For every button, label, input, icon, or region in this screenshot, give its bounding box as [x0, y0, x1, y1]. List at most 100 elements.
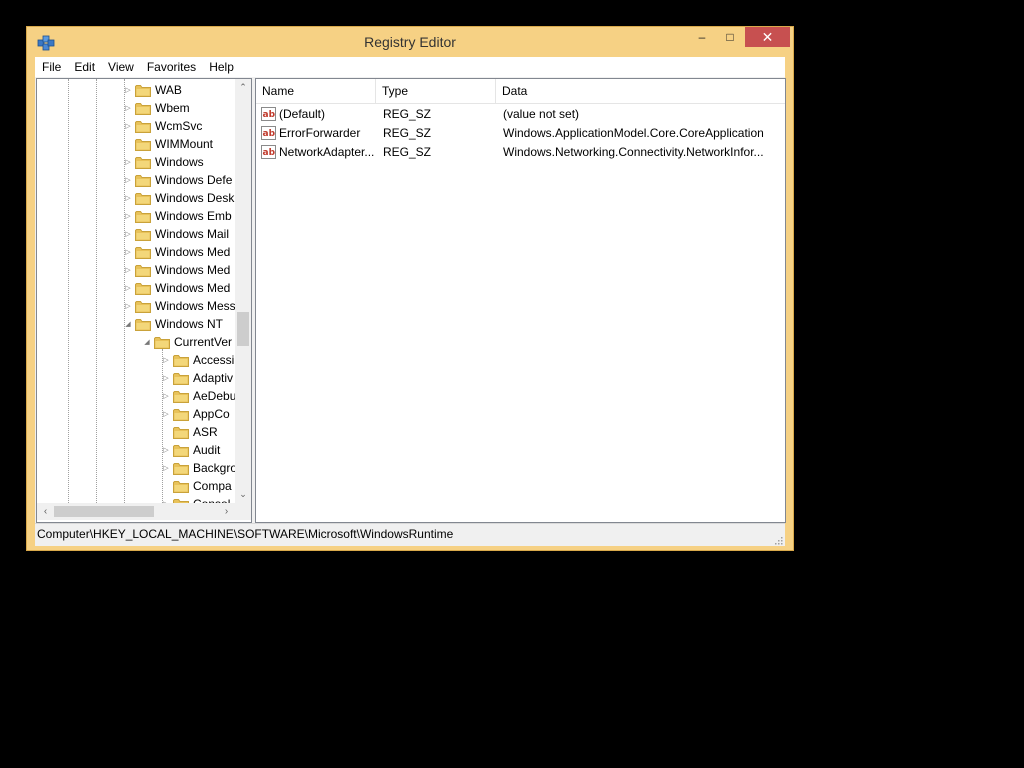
tree-item-label: Windows Desk — [155, 191, 235, 205]
tree-item[interactable]: ◢ Windows NT — [123, 315, 223, 333]
tree-horizontal-scrollbar[interactable]: ‹ › — [37, 503, 235, 520]
expand-arrow-icon[interactable]: ▷ — [123, 104, 133, 112]
value-data: Windows.ApplicationModel.Core.CoreApplic… — [503, 126, 764, 140]
value-type: REG_SZ — [383, 126, 432, 140]
expand-arrow-icon[interactable]: ▷ — [123, 248, 133, 256]
folder-icon — [173, 408, 189, 421]
tree-item[interactable]: ASR — [161, 423, 218, 441]
expand-arrow-icon[interactable]: ▷ — [123, 302, 133, 310]
maximize-button[interactable]: □ — [716, 27, 744, 47]
value-row[interactable]: ab NetworkAdapter... REG_SZ Windows.Netw… — [256, 143, 785, 162]
menu-edit[interactable]: Edit — [68, 57, 101, 77]
tree-item[interactable]: ▷ AppCo — [161, 405, 230, 423]
tree-item[interactable]: ▷ Audit — [161, 441, 220, 459]
folder-icon — [135, 210, 151, 223]
column-header-data[interactable]: Data — [496, 79, 785, 103]
expand-arrow-icon[interactable]: ▷ — [123, 86, 133, 94]
expand-arrow-icon[interactable]: ▷ — [123, 230, 133, 238]
vertical-scroll-thumb[interactable] — [237, 312, 249, 346]
folder-icon — [173, 480, 189, 493]
tree-item-label: AeDebu — [193, 389, 235, 403]
folder-icon — [173, 354, 189, 367]
tree-vertical-scrollbar[interactable]: ⌃ ⌄ — [235, 79, 251, 503]
tree-item-label: WIMMount — [155, 137, 214, 151]
tree-item[interactable]: ▷ Windows Med — [123, 261, 230, 279]
collapse-arrow-icon[interactable]: ◢ — [142, 338, 152, 346]
minimize-button[interactable]: – — [688, 27, 716, 47]
expand-arrow-icon[interactable]: ▷ — [123, 212, 133, 220]
value-name: ErrorForwarder — [279, 126, 361, 140]
expand-arrow-icon[interactable]: ▷ — [123, 176, 133, 184]
values-list-pane[interactable]: Name Type Data ab (Default) REG_SZ (valu… — [255, 78, 786, 523]
tree-item-label: Windows Med — [155, 263, 231, 277]
tree-item-label: AppCo — [193, 407, 230, 421]
value-type: REG_SZ — [383, 107, 432, 121]
horizontal-scroll-thumb[interactable] — [54, 506, 154, 517]
tree-item[interactable]: ▷Consol — [161, 495, 230, 503]
reg-sz-icon: ab — [261, 126, 276, 140]
expand-arrow-icon[interactable]: ▷ — [123, 266, 133, 274]
folder-icon — [135, 228, 151, 241]
expand-arrow-icon[interactable]: ▷ — [161, 374, 171, 382]
tree-guide-line — [96, 79, 97, 503]
reg-sz-icon: ab — [261, 145, 276, 159]
tree-item[interactable]: Compa — [161, 477, 232, 495]
folder-icon — [135, 174, 151, 187]
value-row[interactable]: ab ErrorForwarder REG_SZ Windows.Applica… — [256, 124, 785, 143]
tree-item[interactable]: ▷ Backgro — [161, 459, 235, 477]
folder-icon — [135, 138, 151, 151]
folder-icon — [173, 426, 189, 439]
expand-arrow-icon[interactable]: ▷ — [161, 392, 171, 400]
folder-icon — [135, 120, 151, 133]
tree-item[interactable]: ▷ Windows Med — [123, 279, 230, 297]
registry-tree-pane[interactable]: ▷ WAB ▷ Wbem ▷ WcmSvc WIMMount ▷ Windows ▷ Windows… — [36, 78, 252, 523]
tree-item[interactable]: ▷ Windows Mess — [123, 297, 235, 315]
menu-view[interactable]: View — [102, 57, 140, 77]
tree-item[interactable]: ▷ Windows Defe — [123, 171, 232, 189]
expand-arrow-icon[interactable]: ▷ — [123, 122, 133, 130]
scroll-down-arrow-icon[interactable]: ⌄ — [235, 486, 251, 503]
scroll-up-arrow-icon[interactable]: ⌃ — [235, 79, 251, 96]
folder-icon — [173, 390, 189, 403]
collapse-arrow-icon[interactable]: ◢ — [123, 320, 133, 328]
scrollbar-corner — [235, 503, 251, 520]
scroll-right-arrow-icon[interactable]: › — [218, 503, 235, 520]
tree-item[interactable]: ▷ WAB — [123, 81, 182, 99]
folder-icon — [135, 156, 151, 169]
tree-item[interactable]: ▷ Windows Emb — [123, 207, 231, 225]
expand-arrow-icon[interactable]: ▷ — [123, 194, 133, 202]
tree-item[interactable]: ◢ CurrentVer — [142, 333, 232, 351]
tree-item[interactable]: ▷ Windows Med — [123, 243, 230, 261]
menu-favorites[interactable]: Favorites — [141, 57, 202, 77]
tree-item[interactable]: ▷ Windows Mail — [123, 225, 229, 243]
scroll-left-arrow-icon[interactable]: ‹ — [37, 503, 54, 520]
tree-item-label: CurrentVer — [174, 335, 233, 349]
tree-item[interactable]: ▷ Windows — [123, 153, 203, 171]
expand-arrow-icon[interactable]: ▷ — [161, 464, 171, 472]
status-bar: Computer\HKEY_LOCAL_MACHINE\SOFTWARE\Mic… — [35, 523, 785, 546]
tree-item[interactable]: ▷ Wbem — [123, 99, 189, 117]
tree-item[interactable]: ▷ Adaptiv — [161, 369, 233, 387]
tree-item[interactable]: ▷ Accessi — [161, 351, 234, 369]
column-header-name[interactable]: Name — [256, 79, 376, 103]
folder-icon — [135, 300, 151, 313]
expand-arrow-icon[interactable]: ▷ — [161, 356, 171, 364]
tree-item[interactable]: ▷ AeDebu — [161, 387, 235, 405]
menu-help[interactable]: Help — [203, 57, 240, 77]
column-header-type[interactable]: Type — [376, 79, 496, 103]
close-button[interactable]: ✕ — [745, 27, 790, 47]
menu-file[interactable]: File — [36, 57, 67, 77]
title-bar[interactable]: Registry Editor – □ ✕ — [27, 27, 793, 57]
window-title: Registry Editor — [364, 34, 456, 50]
tree-item-label: Windows Mess — [155, 299, 235, 313]
resize-grip-icon[interactable] — [773, 534, 783, 545]
tree-item[interactable]: ▷ WcmSvc — [123, 117, 202, 135]
expand-arrow-icon[interactable]: ▷ — [161, 410, 171, 418]
tree-item[interactable]: ▷ Windows Desk — [123, 189, 234, 207]
tree-item-label: Windows Mail — [155, 227, 230, 241]
expand-arrow-icon[interactable]: ▷ — [161, 446, 171, 454]
expand-arrow-icon[interactable]: ▷ — [123, 158, 133, 166]
value-row[interactable]: ab (Default) REG_SZ (value not set) — [256, 105, 785, 124]
expand-arrow-icon[interactable]: ▷ — [123, 284, 133, 292]
tree-item[interactable]: WIMMount — [123, 135, 213, 153]
